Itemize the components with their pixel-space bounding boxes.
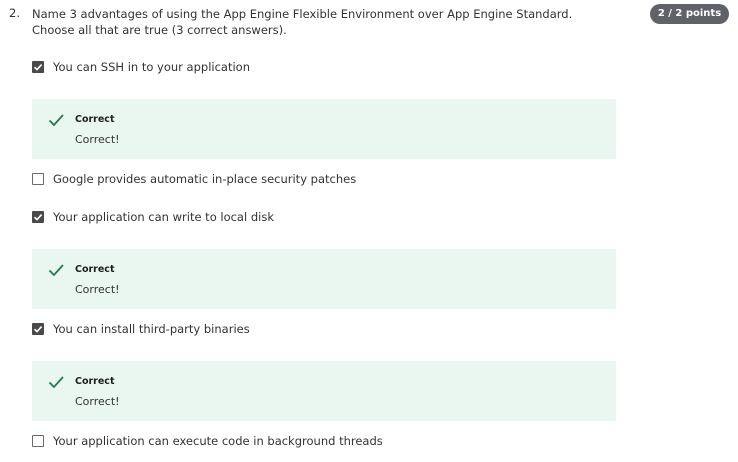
option-label: Google provides automatic in-place secur… bbox=[53, 172, 357, 186]
points-badge: 2 / 2 points bbox=[650, 4, 729, 24]
checkmark-icon bbox=[33, 64, 43, 71]
option-label: Your application can execute code in bac… bbox=[53, 434, 383, 448]
correct-check-icon bbox=[48, 114, 64, 127]
feedback-box: Correct Correct! bbox=[32, 99, 616, 159]
option-label: You can install third-party binaries bbox=[53, 322, 250, 336]
option-local-disk[interactable]: Your application can write to local disk bbox=[32, 209, 274, 225]
option-label: You can SSH in to your application bbox=[53, 60, 250, 74]
feedback-title: Correct bbox=[75, 114, 115, 125]
checkbox-checked[interactable] bbox=[32, 211, 44, 223]
feedback-title: Correct bbox=[75, 264, 115, 275]
feedback-text: Correct! bbox=[75, 395, 120, 408]
option-background-threads[interactable]: Your application can execute code in bac… bbox=[32, 433, 383, 449]
feedback-box: Correct Correct! bbox=[32, 249, 616, 309]
checkbox-checked[interactable] bbox=[32, 61, 44, 73]
feedback-box: Correct Correct! bbox=[32, 361, 616, 421]
checkmark-icon bbox=[33, 214, 43, 221]
feedback-text: Correct! bbox=[75, 133, 120, 146]
question-text: Name 3 advantages of using the App Engin… bbox=[32, 7, 573, 37]
checkbox-unchecked[interactable] bbox=[32, 173, 44, 185]
option-third-party-binaries[interactable]: You can install third-party binaries bbox=[32, 321, 250, 337]
feedback-title: Correct bbox=[75, 376, 115, 387]
feedback-text: Correct! bbox=[75, 283, 120, 296]
option-ssh[interactable]: You can SSH in to your application bbox=[32, 59, 250, 75]
checkmark-icon bbox=[33, 326, 43, 333]
checkbox-unchecked[interactable] bbox=[32, 435, 44, 447]
question-number: 2. bbox=[9, 6, 20, 20]
checkbox-checked[interactable] bbox=[32, 323, 44, 335]
correct-check-icon bbox=[48, 264, 64, 277]
option-label: Your application can write to local disk bbox=[53, 210, 274, 224]
correct-check-icon bbox=[48, 376, 64, 389]
option-security-patches[interactable]: Google provides automatic in-place secur… bbox=[32, 171, 356, 187]
